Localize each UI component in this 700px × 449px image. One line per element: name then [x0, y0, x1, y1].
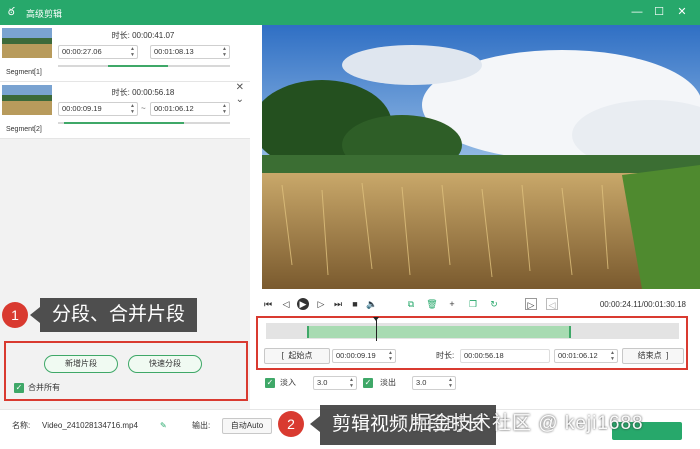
segment-thumbnail	[2, 85, 52, 115]
trim-row: [ 起始点 00:00:09.19 ▲ ▼ 时长: 00:00:56.18 00:0…	[264, 348, 686, 364]
maximize-button[interactable]: ☐	[652, 5, 666, 19]
step-back-icon[interactable]: ◁	[280, 298, 292, 310]
segment-start-field[interactable]: 00:00:09.19 ▲ ▼	[58, 102, 138, 116]
skip-start-icon[interactable]: ⏮	[262, 298, 274, 310]
timeline-selection[interactable]	[307, 326, 571, 338]
segment-start-field[interactable]: 00:00:27.06 ▲ ▼	[58, 45, 138, 59]
step-forward-icon[interactable]: ▷	[315, 298, 327, 310]
segment-item[interactable]: Segment[1] 时长: 00:00:41.07 00:00:27.06 ▲ ▼…	[0, 25, 250, 82]
range-separator: ~	[141, 104, 146, 113]
callout-number: 2	[278, 411, 304, 437]
volume-icon[interactable]: 🔈	[366, 298, 378, 310]
segment-thumbnail	[2, 28, 52, 58]
video-frame	[262, 25, 700, 289]
playback-timecode: 00:00:24.11/00:01:30.18	[599, 300, 686, 309]
callout-tail	[310, 416, 320, 432]
delete-icon[interactable]: 🗑	[426, 298, 438, 310]
player-controls: ⏮ ◁ ▶ ▷ ⏭ ■ 🔈 ⧉ 🗑 + ❐ ↻ ▷ ◁ 00:00:24.11/…	[255, 294, 700, 316]
fade-out-label: 淡出	[380, 378, 396, 387]
play-icon[interactable]: ▶	[297, 298, 309, 310]
close-button[interactable]: ✕	[675, 5, 689, 19]
watermark: 掘金技术社区 @ keji1688	[412, 413, 644, 434]
merge-all-label: 合并所有	[28, 383, 60, 392]
output-select[interactable]: 自动Auto	[222, 418, 272, 434]
copy-icon[interactable]: ❐	[467, 298, 479, 310]
fade-in-checkbox[interactable]: ✓	[265, 378, 275, 388]
segment-range-bar	[108, 65, 168, 67]
end-time-field[interactable]: 00:01:06.12 ▲ ▼	[554, 349, 618, 363]
fade-out-checkbox[interactable]: ✓	[363, 378, 373, 388]
duration-field[interactable]: 00:00:56.18	[460, 349, 550, 363]
mark-in-icon[interactable]: ▷	[525, 298, 537, 310]
timeline-track[interactable]	[266, 317, 679, 341]
video-preview[interactable]	[262, 25, 700, 289]
duration-label: 时长:	[436, 351, 455, 360]
fade-in-label: 淡入	[280, 378, 296, 387]
remove-segment-icon[interactable]: ✕	[236, 82, 244, 93]
segment-duration: 时长: 00:00:56.18	[111, 88, 175, 97]
callout-label: 分段、合并片段	[40, 298, 198, 332]
playhead[interactable]	[376, 320, 377, 341]
fade-in-field[interactable]: 3.0 ▲ ▼	[313, 376, 357, 390]
merge-all-checkbox[interactable]: ✓	[14, 383, 24, 393]
segment-item[interactable]: Segment[2] ✕ 时长: 00:00:56.18 00:00:09.19…	[0, 82, 250, 139]
quick-split-button[interactable]: 快速分段	[128, 355, 202, 373]
name-label: 名称:	[12, 421, 31, 430]
minimize-button[interactable]: —	[630, 5, 644, 19]
edit-name-icon[interactable]: ✎	[160, 418, 167, 434]
stop-icon[interactable]: ■	[349, 298, 361, 310]
segment-range-bar	[64, 122, 184, 124]
app-logo-icon: ఠ	[8, 6, 15, 18]
segment-label: Segment[1]	[6, 69, 42, 76]
split-icon[interactable]: ⧉	[405, 298, 417, 310]
add-icon[interactable]: +	[446, 298, 458, 310]
callout-number: 1	[2, 302, 28, 328]
output-label: 输出:	[192, 421, 211, 430]
window-title: 高级剪辑	[26, 9, 63, 19]
segment-duration: 时长: 00:00:41.07	[111, 31, 175, 40]
fade-out-field[interactable]: 3.0 ▲ ▼	[412, 376, 456, 390]
file-name: Video_241028134716.mp4	[42, 421, 138, 430]
segment-label: Segment[2]	[6, 126, 42, 133]
callout-tail	[30, 307, 40, 323]
reset-icon[interactable]: ↻	[488, 298, 500, 310]
set-end-button[interactable]: 结束点 ]	[622, 348, 684, 364]
segment-end-field[interactable]: 00:01:06.12 ▲ ▼	[150, 102, 230, 116]
segment-panel: Segment[1] 时长: 00:00:41.07 00:00:27.06 ▲ ▼…	[0, 25, 250, 409]
mark-out-icon[interactable]: ◁	[546, 298, 558, 310]
skip-end-icon[interactable]: ⏭	[332, 298, 344, 310]
set-start-button[interactable]: [ 起始点	[264, 348, 330, 364]
segment-end-field[interactable]: 00:01:08.13 ▲ ▼	[150, 45, 230, 59]
new-segment-button[interactable]: 新增片段	[44, 355, 118, 373]
title-bar: ఠ 高级剪辑 — ☐ ✕	[0, 0, 700, 25]
chevron-down-icon[interactable]: ⌄	[236, 94, 244, 105]
start-time-field[interactable]: 00:00:09.19 ▲ ▼	[332, 349, 396, 363]
